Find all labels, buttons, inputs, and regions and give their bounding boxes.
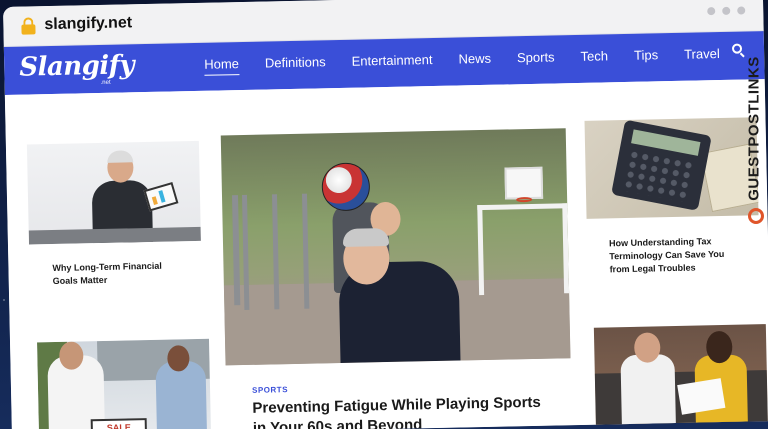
hero-article-title[interactable]: Preventing Fatigue While Playing Sports … bbox=[252, 393, 553, 429]
article-image-tax-terminology[interactable] bbox=[584, 117, 759, 219]
nav-item-definitions[interactable]: Definitions bbox=[265, 54, 326, 74]
watermark-link-icon bbox=[748, 208, 764, 224]
site-logo-suffix: .net bbox=[100, 79, 111, 86]
browser-window: slangify.net Slangify .net Home Definiti… bbox=[3, 0, 768, 429]
hero-category-tag[interactable]: SPORTS bbox=[252, 385, 288, 395]
window-dot-icon[interactable] bbox=[722, 6, 731, 15]
article-image-business-handshake[interactable]: SALE bbox=[37, 338, 212, 429]
hero-article-image[interactable] bbox=[220, 128, 571, 366]
nav-item-news[interactable]: News bbox=[458, 51, 491, 71]
nav-item-tech[interactable]: Tech bbox=[580, 48, 608, 68]
window-controls bbox=[707, 6, 746, 16]
nav-item-sports[interactable]: Sports bbox=[517, 49, 555, 69]
article-image-financial-goals[interactable] bbox=[26, 140, 201, 245]
main-menu: Home Definitions Entertainment News Spor… bbox=[204, 45, 746, 76]
sale-sign: SALE bbox=[90, 418, 148, 429]
nav-item-tips[interactable]: Tips bbox=[634, 47, 658, 67]
window-dot-icon[interactable] bbox=[707, 7, 716, 16]
article-title-financial-goals[interactable]: Why Long-Term Financial Goals Matter bbox=[52, 259, 183, 288]
article-image-couple-finances[interactable] bbox=[593, 324, 768, 428]
window-dot-icon[interactable] bbox=[737, 6, 746, 15]
nav-item-home[interactable]: Home bbox=[204, 56, 240, 76]
lock-icon bbox=[21, 17, 36, 35]
main-content: Why Long-Term Financial Goals Matter SPO… bbox=[4, 79, 768, 429]
address-bar-url[interactable]: slangify.net bbox=[44, 14, 132, 34]
nav-item-travel[interactable]: Travel bbox=[684, 46, 720, 66]
watermark-text: GUESTPOSTLINKS bbox=[745, 56, 763, 201]
nav-item-entertainment[interactable]: Entertainment bbox=[351, 52, 432, 73]
article-title-tax-terminology[interactable]: How Understanding Tax Terminology Can Sa… bbox=[609, 235, 740, 277]
watermark: GUESTPOSTLINKS bbox=[744, 40, 768, 230]
site-logo[interactable]: Slangify bbox=[19, 50, 134, 82]
